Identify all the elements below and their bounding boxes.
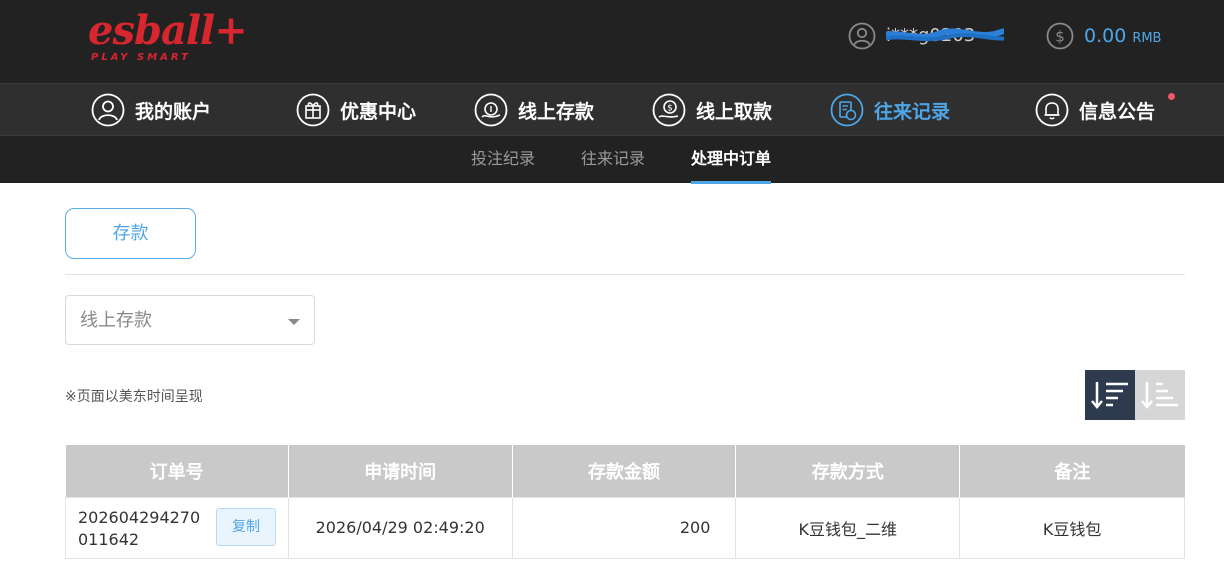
top-header: esball+ PLAY SMART i***g0203 $ 0.00 RMB: [0, 0, 1224, 83]
sort-ascending-icon: [1141, 382, 1178, 409]
svg-text:$: $: [667, 104, 673, 114]
bell-icon: [1035, 93, 1069, 127]
logo-text: esball+: [88, 7, 248, 54]
deposit-icon: [474, 93, 508, 127]
user-circle-icon: [848, 22, 876, 50]
svg-text:$: $: [1055, 28, 1065, 46]
redaction-scribble: [886, 28, 1004, 42]
nav-online-deposit[interactable]: 线上存款: [474, 84, 594, 136]
balance-currency: RMB: [1132, 30, 1162, 46]
user-account[interactable]: i***g0203: [848, 22, 1004, 50]
copy-button[interactable]: 复制: [216, 507, 276, 546]
subtab-pending-orders[interactable]: 处理中订单: [691, 136, 772, 184]
column-header-order-no: 订单号: [65, 445, 289, 497]
withdraw-icon: $: [652, 93, 686, 127]
column-header-remark: 备注: [959, 445, 1185, 497]
notification-dot: [1168, 93, 1175, 100]
order-number-cell: 202604294270011642 复制: [65, 496, 289, 559]
table-row: 202604294270011642 复制 2026/04/29 02:49:2…: [65, 496, 1185, 559]
nav-label: 信息公告: [1079, 100, 1156, 123]
nav-label: 往来记录: [874, 100, 951, 123]
nav-transaction-records[interactable]: 往来记录: [830, 84, 950, 136]
main-nav: 我的账户 优惠中心 线上存款 $ 线上取款 往来记录 信息公告: [0, 83, 1224, 135]
column-header-method: 存款方式: [735, 445, 961, 497]
column-header-time: 申请时间: [288, 445, 513, 497]
nav-label: 线上存款: [518, 100, 595, 123]
timezone-note: ※页面以美东时间呈现: [65, 389, 203, 405]
sub-nav: 投注纪录 往来记录 处理中订单: [0, 135, 1224, 184]
gift-icon: [296, 93, 330, 127]
order-number: 202604294270011642: [78, 507, 201, 549]
dollar-coin-icon: $: [1046, 22, 1074, 50]
column-header-amount: 存款金额: [512, 445, 737, 497]
username: i***g0203: [886, 22, 1004, 50]
request-time: 2026/04/29 02:49:20: [287, 496, 513, 559]
nav-label: 线上取款: [696, 100, 773, 123]
nav-label: 优惠中心: [340, 100, 417, 123]
nav-label: 我的账户: [135, 100, 212, 123]
esball-logo[interactable]: esball+ PLAY SMART: [88, 8, 248, 68]
nav-my-account[interactable]: 我的账户: [91, 84, 211, 136]
deposit-tab-button[interactable]: 存款: [65, 208, 196, 259]
deposit-amount: 200: [511, 496, 737, 559]
pending-orders-table: 订单号 申请时间 存款金额 存款方式 备注 202604294270011642…: [65, 445, 1185, 559]
select-value: 线上存款: [80, 310, 152, 331]
logo-tagline: PLAY SMART: [91, 52, 191, 63]
deposit-method: K豆钱包_二维: [735, 496, 961, 559]
sort-descending-icon: [1091, 382, 1128, 409]
sort-ascending-button[interactable]: [1135, 370, 1185, 420]
records-icon: [830, 93, 864, 127]
user-icon: [91, 93, 125, 127]
nav-announcements[interactable]: 信息公告: [1035, 84, 1155, 136]
remark: K豆钱包: [959, 496, 1185, 559]
nav-online-withdraw[interactable]: $ 线上取款: [652, 84, 772, 136]
deposit-type-select[interactable]: 线上存款: [65, 295, 315, 345]
subtab-transaction-records[interactable]: 往来记录: [581, 136, 645, 184]
content-divider: [65, 274, 1185, 275]
balance: $ 0.00 RMB: [1046, 22, 1161, 50]
subtab-bet-records[interactable]: 投注纪录: [471, 136, 535, 184]
nav-promotions[interactable]: 优惠中心: [296, 84, 416, 136]
sort-descending-button[interactable]: [1085, 370, 1135, 420]
caret-down-icon: [288, 319, 300, 325]
table-header-row: 订单号 申请时间 存款金额 存款方式 备注: [65, 445, 1185, 497]
balance-amount: 0.00: [1084, 25, 1127, 47]
